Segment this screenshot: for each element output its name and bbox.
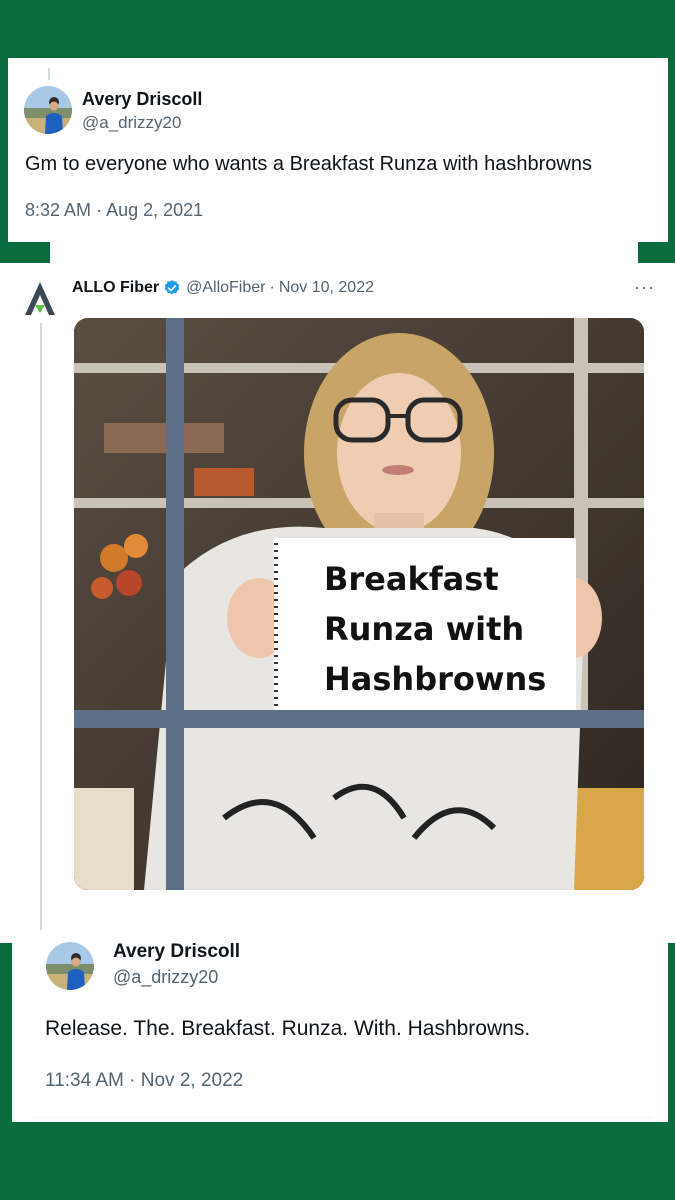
tweet-card-1[interactable]: Avery Driscoll @a_drizzy20 Gm to everyon… xyxy=(8,58,668,242)
author-handle[interactable]: @a_drizzy20 xyxy=(113,967,218,988)
sign-line-3: Hashbrowns xyxy=(324,660,546,698)
separator-dot: · xyxy=(96,200,103,220)
author-handle[interactable]: @a_drizzy20 xyxy=(82,113,181,133)
tweet-text: Release. The. Breakfast. Runza. With. Ha… xyxy=(45,1017,531,1040)
tweet-media-image[interactable]: Breakfast Runza with Hashbrowns xyxy=(74,318,644,890)
author-name[interactable]: ALLO Fiber xyxy=(72,279,159,297)
thread-line xyxy=(40,323,42,941)
sign-line-2: Runza with xyxy=(324,610,524,648)
tweet-date: Aug 2, 2021 xyxy=(106,200,204,220)
card-connector xyxy=(50,242,638,264)
verified-badge-icon xyxy=(163,279,181,297)
avatar[interactable] xyxy=(46,942,94,990)
tweet-card-3[interactable]: Avery Driscoll @a_drizzy20 Release. The.… xyxy=(12,930,668,1122)
sign-line-1: Breakfast xyxy=(324,560,499,598)
author-name[interactable]: Avery Driscoll xyxy=(113,941,240,963)
more-options-icon[interactable]: ··· xyxy=(634,277,655,298)
tweet-timestamp[interactable]: 11:34 AM · Nov 2, 2022 xyxy=(45,1070,243,1092)
author-name[interactable]: Avery Driscoll xyxy=(82,89,202,110)
tweet-timestamp[interactable]: 8:32 AM · Aug 2, 2021 xyxy=(25,200,203,221)
divider xyxy=(32,1117,652,1118)
thread-connector xyxy=(48,68,50,80)
separator-dot: · xyxy=(269,279,275,296)
quoted-header: ALLO Fiber @AlloFiber · Nov 10, 2022 xyxy=(72,279,374,297)
separator-dot: · xyxy=(129,1070,136,1091)
tweet-text: Gm to everyone who wants a Breakfast Run… xyxy=(25,153,592,175)
tweet-time: 11:34 AM xyxy=(45,1070,124,1091)
tweet-date: Nov 2, 2022 xyxy=(140,1070,244,1091)
tweet-date[interactable]: Nov 10, 2022 xyxy=(279,279,374,297)
tweet-card-2[interactable]: ALLO Fiber @AlloFiber · Nov 10, 2022 ··· xyxy=(0,263,675,943)
author-handle[interactable]: @AlloFiber xyxy=(186,279,265,297)
allo-logo-icon[interactable] xyxy=(22,279,58,319)
avatar[interactable] xyxy=(24,86,72,134)
tweet-time: 8:32 AM xyxy=(25,200,92,220)
